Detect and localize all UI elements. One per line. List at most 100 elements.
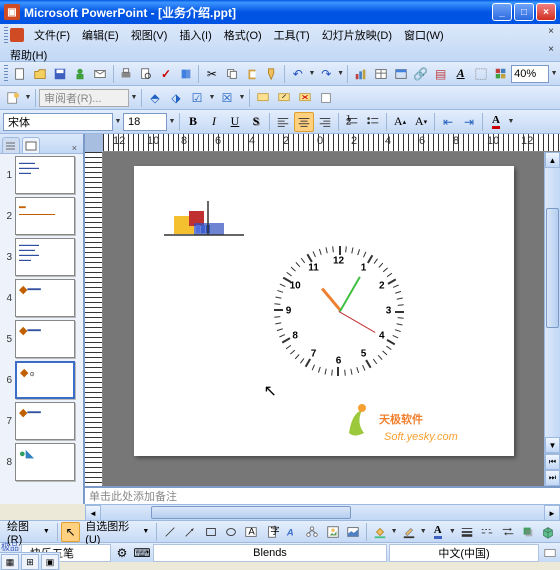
ime-keyboard-icon[interactable]: ⌨: [132, 543, 152, 563]
copy-button[interactable]: [222, 64, 241, 84]
show-markup-button[interactable]: [3, 88, 23, 108]
next-button[interactable]: ⬗: [166, 88, 186, 108]
end-review-button[interactable]: [316, 88, 336, 108]
font-color-dropdown[interactable]: ▼: [507, 118, 515, 125]
bold-button[interactable]: B: [183, 112, 203, 132]
edit-comment-button[interactable]: [274, 88, 294, 108]
scroll-right-button[interactable]: ►: [544, 505, 560, 521]
font-combo[interactable]: 宋体: [3, 113, 113, 131]
format-painter-button[interactable]: [262, 64, 281, 84]
email-button[interactable]: [91, 64, 110, 84]
line-style-button[interactable]: [457, 522, 476, 542]
slide[interactable]: 121234567891011 ↖ 天极软件 Soft.yesky.com: [134, 166, 514, 456]
slideshow-view-button[interactable]: ▣: [41, 554, 59, 570]
grid-button[interactable]: [471, 64, 490, 84]
slide-thumbnail[interactable]: ▬▬▬▬▬▬▬▬▬▬▬▬: [15, 156, 75, 194]
clipart-button[interactable]: [323, 522, 342, 542]
slide-thumbnail[interactable]: ◆ ⊙: [15, 361, 75, 399]
linecolor-dropdown[interactable]: ▼: [419, 528, 427, 535]
menu-file[interactable]: 文件(F): [28, 25, 76, 45]
shadow-style-button[interactable]: [518, 522, 537, 542]
research-button[interactable]: [177, 64, 196, 84]
arrow-button[interactable]: [181, 522, 200, 542]
decorative-shape[interactable]: [164, 201, 244, 251]
scroll-down-button[interactable]: ▼: [545, 437, 560, 453]
underline-button[interactable]: U: [225, 112, 245, 132]
decrease-font-button[interactable]: A▾: [411, 112, 431, 132]
new-button[interactable]: [11, 64, 30, 84]
redo-button[interactable]: ↷: [317, 64, 336, 84]
slide-thumbnail[interactable]: ◆━━: [15, 402, 75, 440]
font-color-button[interactable]: A: [486, 112, 506, 132]
markup-dropdown[interactable]: ▼: [24, 94, 32, 101]
slides-tab[interactable]: [22, 137, 40, 153]
scroll-track[interactable]: [545, 168, 560, 437]
paste-button[interactable]: [242, 64, 261, 84]
chart-button[interactable]: [351, 64, 370, 84]
align-left-button[interactable]: [273, 112, 293, 132]
language-status[interactable]: 中文(中国): [389, 544, 539, 562]
next-slide-button[interactable]: ⏭: [545, 470, 560, 486]
pane-close-button[interactable]: ×: [68, 143, 81, 153]
menu-window[interactable]: 窗口(W): [398, 25, 450, 45]
menu-insert[interactable]: 插入(I): [173, 25, 217, 45]
doc-close-button[interactable]: ×: [548, 44, 554, 55]
slide-thumbnail[interactable]: ◆━━: [15, 320, 75, 358]
font-color-button2[interactable]: A: [428, 522, 447, 542]
font-dropdown[interactable]: ▼: [114, 118, 122, 125]
slide-thumbnail[interactable]: ▬▬▬▬▬▬▬▬▬▬▬▬▬▬▬▬▬: [15, 238, 75, 276]
accept-dropdown[interactable]: ▼: [208, 94, 216, 101]
bullets-button[interactable]: [363, 112, 383, 132]
maximize-button[interactable]: □: [514, 3, 534, 21]
decrease-indent-button[interactable]: ⇤: [438, 112, 458, 132]
picture-button[interactable]: [344, 522, 363, 542]
menu-tools[interactable]: 工具(T): [268, 25, 316, 45]
scroll-thumb[interactable]: [546, 208, 559, 328]
show-formatting-button[interactable]: A: [451, 64, 470, 84]
oval-button[interactable]: [221, 522, 240, 542]
slide-thumbnail[interactable]: ━: [15, 197, 75, 235]
slide-thumbnail[interactable]: ◆━━: [15, 279, 75, 317]
align-right-button[interactable]: [315, 112, 335, 132]
zoom-combo[interactable]: 40%: [511, 65, 549, 83]
line-button[interactable]: [160, 522, 179, 542]
spellcheck-button[interactable]: ✓: [157, 64, 176, 84]
rectangle-button[interactable]: [201, 522, 220, 542]
wordart-button[interactable]: A: [282, 522, 301, 542]
menu-view[interactable]: 视图(V): [125, 25, 174, 45]
numbering-button[interactable]: 12: [342, 112, 362, 132]
slide-thumbnail[interactable]: ●◣: [15, 443, 75, 481]
diagram-button[interactable]: [303, 522, 322, 542]
increase-indent-button[interactable]: ⇥: [459, 112, 479, 132]
arrow-style-button[interactable]: [498, 522, 517, 542]
line-color-button[interactable]: [399, 522, 418, 542]
ime-settings-icon[interactable]: ⚙: [112, 543, 132, 563]
preview-button[interactable]: [137, 64, 156, 84]
scroll-up-button[interactable]: ▲: [545, 152, 560, 168]
fill-dropdown[interactable]: ▼: [390, 528, 398, 535]
reviewer-dropdown[interactable]: ▼: [130, 94, 138, 101]
menu-format[interactable]: 格式(O): [218, 25, 268, 45]
vertical-scrollbar[interactable]: ▲ ▼ ⏮ ⏭: [544, 152, 560, 486]
insert-comment-button[interactable]: [253, 88, 273, 108]
undo-button[interactable]: ↶: [288, 64, 307, 84]
save-button[interactable]: [51, 64, 70, 84]
print-button[interactable]: [117, 64, 136, 84]
thumbnail-list[interactable]: 1▬▬▬▬▬▬▬▬▬▬▬▬ 2━ 3▬▬▬▬▬▬▬▬▬▬▬▬▬▬▬▬▬ 4◆━━…: [0, 154, 83, 504]
toolbar-handle[interactable]: [4, 65, 8, 83]
outline-tab[interactable]: [2, 137, 20, 153]
shadow-button[interactable]: S: [246, 112, 266, 132]
scroll-thumb[interactable]: [151, 506, 351, 519]
table-button[interactable]: [371, 64, 390, 84]
prev-slide-button[interactable]: ⏮: [545, 454, 560, 470]
align-center-button[interactable]: [294, 112, 314, 132]
fontcolor-dropdown[interactable]: ▼: [448, 528, 456, 535]
select-objects-button[interactable]: ↖: [61, 522, 80, 542]
menu-edit[interactable]: 编辑(E): [76, 25, 125, 45]
reviewer-combo[interactable]: 审阅者(R)...: [39, 89, 129, 107]
italic-button[interactable]: I: [204, 112, 224, 132]
fontsize-dropdown[interactable]: ▼: [168, 118, 176, 125]
dash-style-button[interactable]: [478, 522, 497, 542]
minimize-button[interactable]: _: [492, 3, 512, 21]
vertical-textbox-button[interactable]: 字: [262, 522, 281, 542]
